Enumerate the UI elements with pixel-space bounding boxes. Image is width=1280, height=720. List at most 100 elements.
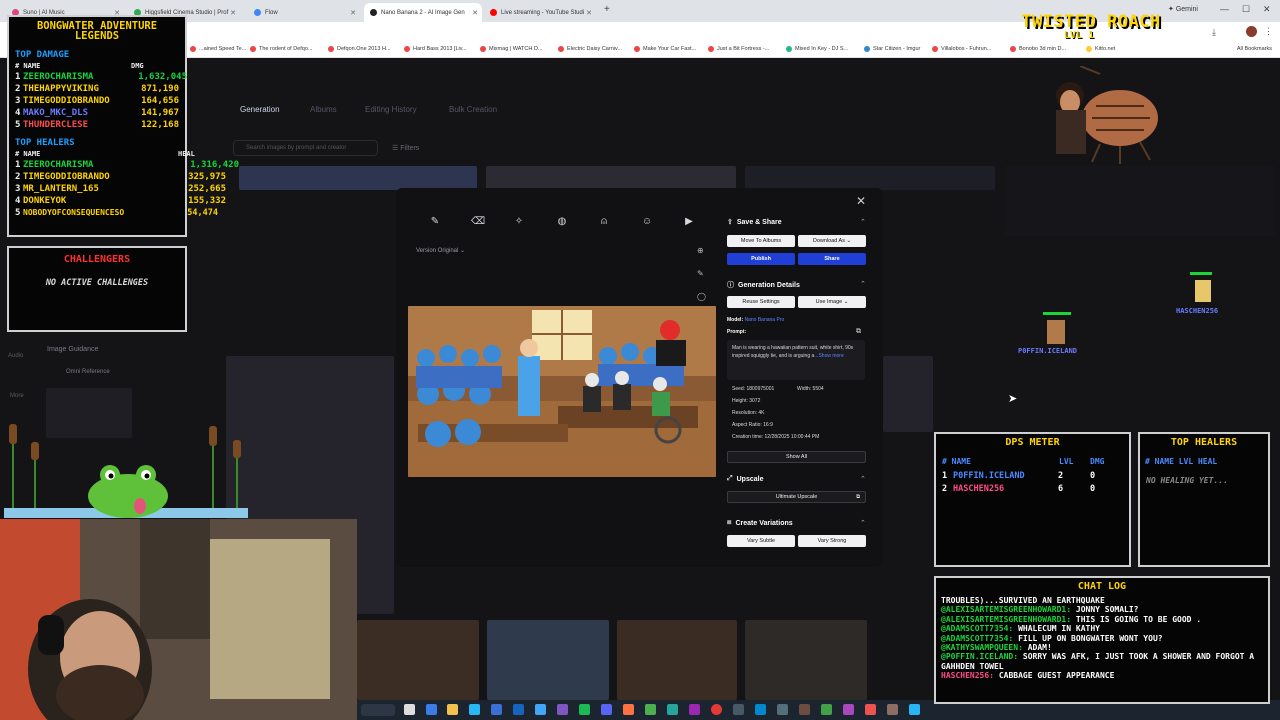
pencil-icon[interactable]: ✎: [697, 269, 704, 278]
app-icon[interactable]: [777, 704, 788, 715]
publish-button[interactable]: Publish: [727, 253, 795, 265]
bookmark[interactable]: Electric Daisy Carniv...: [558, 46, 622, 52]
tab-albums[interactable]: Albums: [310, 105, 337, 114]
bookmark[interactable]: Just a Bit Fortress -...: [708, 46, 769, 52]
gallery-thumbnail[interactable]: [745, 620, 867, 700]
version-select[interactable]: Version Original ⌄: [416, 247, 465, 254]
app-icon[interactable]: [843, 704, 854, 715]
tab-nano-banana[interactable]: Nano Banana 2 - AI Image Gen ✕: [364, 3, 482, 22]
bookmark[interactable]: Mixmag | WATCH D...: [480, 46, 542, 52]
reuse-settings-button[interactable]: Reuse Settings: [727, 296, 795, 308]
app-icon[interactable]: [733, 704, 744, 715]
sidebar-item-more[interactable]: More: [10, 393, 24, 399]
chevron-up-icon[interactable]: ⌃: [860, 218, 866, 226]
sidebar-item-audio[interactable]: Audio: [8, 353, 23, 359]
bookmark[interactable]: Bonobo 3d min D...: [1010, 46, 1066, 52]
gallery-thumbnail[interactable]: [617, 620, 737, 700]
bookmark[interactable]: Star Citizen - Imgur: [864, 46, 920, 52]
close-icon[interactable]: ✕: [472, 9, 478, 17]
steam-icon[interactable]: [513, 704, 524, 715]
close-icon[interactable]: ✕: [230, 9, 236, 17]
app-icon[interactable]: [799, 704, 810, 715]
app-icon[interactable]: [755, 704, 766, 715]
face-icon[interactable]: ☺: [641, 216, 653, 228]
app-icon[interactable]: [887, 704, 898, 715]
app-icon[interactable]: [623, 704, 634, 715]
edit-wand-icon[interactable]: ✎: [429, 216, 441, 228]
gallery-thumbnail[interactable]: [1005, 166, 1275, 236]
bookmark[interactable]: The rodent of Defqo...: [250, 46, 313, 52]
erase-icon[interactable]: ⌫: [471, 216, 485, 228]
ultimate-upscale-button[interactable]: Ultimate Upscale ⧉: [727, 491, 866, 503]
gallery-thumbnail[interactable]: [487, 620, 609, 700]
zoom-in-icon[interactable]: ⊕: [697, 246, 704, 255]
app-icon[interactable]: [557, 704, 568, 715]
bookmark[interactable]: Make Your Car Fast...: [634, 46, 696, 52]
tab-editing-history[interactable]: Editing History: [365, 105, 417, 114]
show-more-link[interactable]: ...Show more: [814, 353, 843, 359]
chevron-up-icon[interactable]: ⌃: [860, 475, 866, 483]
enhance-icon[interactable]: ✧: [513, 216, 525, 228]
copy-icon[interactable]: ⧉: [856, 328, 861, 336]
gallery-thumbnail[interactable]: [883, 356, 933, 432]
discord-icon[interactable]: [601, 704, 612, 715]
search-input[interactable]: Search images by prompt and creator: [233, 140, 378, 156]
app-icon[interactable]: [535, 704, 546, 715]
filters-button[interactable]: ☰ Filters: [392, 144, 419, 152]
tab-flow[interactable]: Flow ✕: [248, 3, 360, 22]
download-icon[interactable]: ⤓: [1212, 27, 1216, 38]
bookmark[interactable]: Villalobos - Fuhrun...: [932, 46, 991, 52]
video-icon[interactable]: ▶: [683, 216, 695, 228]
app-icon[interactable]: [821, 704, 832, 715]
vary-subtle-button[interactable]: Vary Subtle: [727, 535, 795, 547]
app-icon[interactable]: [689, 704, 700, 715]
chevron-up-icon[interactable]: ⌃: [860, 280, 866, 288]
vary-strong-button[interactable]: Vary Strong: [798, 535, 866, 547]
download-as-button[interactable]: Download As ⌄: [798, 235, 866, 247]
use-image-button[interactable]: Use Image ⌄: [798, 296, 866, 308]
palette-icon[interactable]: ◍: [556, 216, 568, 228]
bookmark[interactable]: Hard Bass 2013 [Liv...: [404, 46, 467, 52]
app-icon[interactable]: [667, 704, 678, 715]
person-image-icon[interactable]: ⍝: [598, 216, 610, 228]
menu-icon[interactable]: ⋮: [1264, 26, 1273, 37]
gallery-thumbnail[interactable]: [486, 166, 736, 190]
app-icon[interactable]: [909, 704, 920, 715]
taskview-icon[interactable]: [404, 704, 415, 715]
share-button[interactable]: Share: [798, 253, 866, 265]
close-icon[interactable]: ✕: [856, 194, 866, 208]
taskbar-search[interactable]: [361, 704, 395, 716]
explorer-icon[interactable]: [447, 704, 458, 715]
new-tab-icon[interactable]: +: [604, 4, 610, 15]
bookmark[interactable]: Kitto.net: [1086, 46, 1115, 52]
show-all-button[interactable]: Show All: [727, 451, 866, 463]
bookmark[interactable]: ...ained Speed Te...: [190, 46, 246, 52]
app-icon[interactable]: [469, 704, 480, 715]
xbox-icon[interactable]: [645, 704, 656, 715]
app-icon[interactable]: [491, 704, 502, 715]
gallery-thumbnail[interactable]: [745, 166, 995, 190]
save-share-header[interactable]: ⇪ Save & Share: [727, 218, 782, 227]
upscale-header[interactable]: ⤢ Upscale: [727, 475, 763, 483]
bookmark[interactable]: Defqon.One 2013 H...: [328, 46, 391, 52]
minimize-icon[interactable]: —: [1220, 4, 1229, 14]
tab-bulk-creation[interactable]: Bulk Creation: [449, 105, 497, 114]
close-icon[interactable]: ✕: [350, 9, 356, 17]
avatar[interactable]: [1246, 26, 1257, 37]
all-bookmarks[interactable]: All Bookmarks: [1237, 46, 1272, 52]
bookmark[interactable]: Mixed In Key - DJ S...: [786, 46, 848, 52]
maximize-icon[interactable]: ☐: [1242, 4, 1250, 15]
edge-icon[interactable]: [426, 704, 437, 715]
spotify-icon[interactable]: [579, 704, 590, 715]
gallery-thumbnail[interactable]: [357, 620, 479, 700]
move-to-albums-button[interactable]: Move To Albums: [727, 235, 795, 247]
tab-generation[interactable]: Generation: [240, 105, 280, 114]
generated-image[interactable]: [408, 306, 716, 477]
app-icon[interactable]: [865, 704, 876, 715]
tab-youtube-studio[interactable]: Live streaming - YouTube Studi ✕: [484, 3, 596, 22]
create-variations-header[interactable]: ⧈ Create Variations: [727, 519, 793, 527]
window-close-icon[interactable]: ✕: [1263, 4, 1271, 15]
gallery-thumbnail[interactable]: [239, 166, 477, 190]
chevron-up-icon[interactable]: ⌃: [860, 519, 866, 527]
comment-icon[interactable]: ◯: [697, 292, 706, 301]
